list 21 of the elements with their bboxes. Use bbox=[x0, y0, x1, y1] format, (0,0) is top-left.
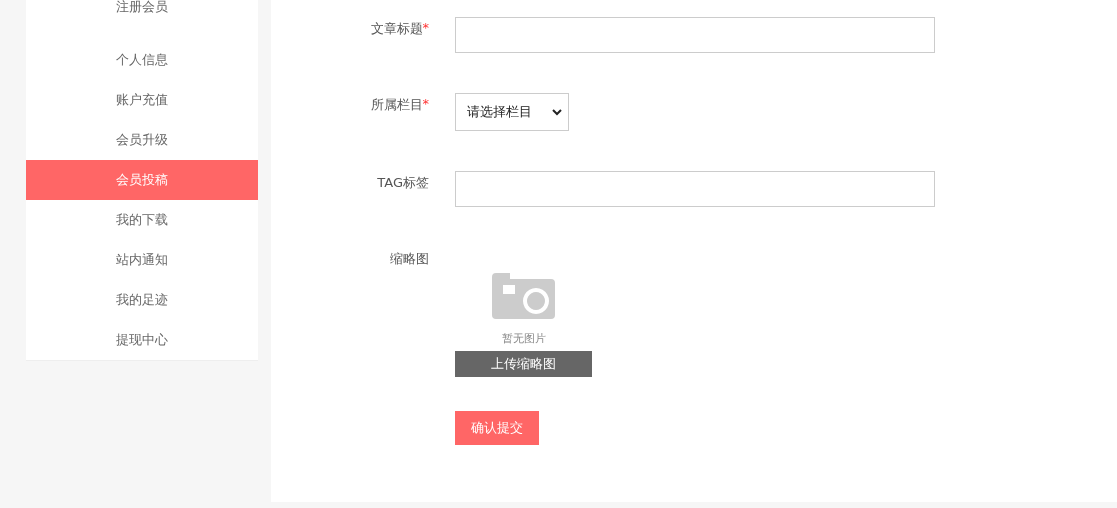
required-mark: * bbox=[422, 20, 429, 37]
input-field[interactable] bbox=[455, 171, 935, 207]
field-label: TAG标签 bbox=[377, 174, 429, 192]
menu-item[interactable]: 个人信息 bbox=[26, 40, 258, 80]
field-label: 文章标题 bbox=[370, 20, 423, 38]
input-field[interactable] bbox=[455, 17, 935, 53]
empty-image-text: 暂无图片 bbox=[501, 331, 546, 346]
camera-icon bbox=[492, 273, 555, 319]
chevron-down-icon bbox=[552, 108, 562, 116]
menu-item[interactable]: 我的下载 bbox=[26, 200, 258, 240]
menu-item[interactable]: 站内通知 bbox=[26, 240, 258, 280]
required-mark: * bbox=[422, 96, 429, 113]
category-select[interactable]: 请选择栏目 bbox=[455, 93, 569, 131]
field-label: 缩略图 bbox=[390, 250, 429, 268]
field-label: 所属栏目 bbox=[370, 96, 423, 114]
menu-item[interactable]: 注册会员 bbox=[26, 0, 258, 40]
upload-button[interactable]: 上传缩略图 bbox=[455, 351, 592, 377]
menu-item[interactable]: 会员升级 bbox=[26, 120, 258, 160]
menu-item[interactable]: 账户充值 bbox=[26, 80, 258, 120]
menu-item[interactable]: 提现中心 bbox=[26, 320, 258, 360]
menu-item[interactable]: 我的足迹 bbox=[26, 280, 258, 320]
